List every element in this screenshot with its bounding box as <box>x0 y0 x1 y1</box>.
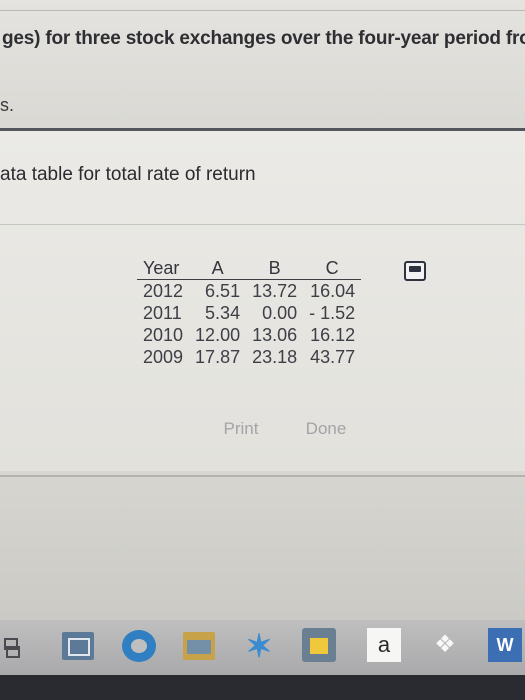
cell-a: 17.87 <box>195 347 241 367</box>
cell-c: 16.04 <box>310 281 356 301</box>
cell-year: 2012 <box>143 281 184 301</box>
question-text: ges) for three stock exchanges over the … <box>2 28 525 49</box>
cell-a: 6.51 <box>205 281 241 301</box>
screen: ges) for three stock exchanges over the … <box>0 0 525 700</box>
return-rate-table: Year A B C 2012 6.51 13.72 16.04 2011 5.… <box>137 257 362 368</box>
cell-year: 2010 <box>143 325 184 345</box>
cell-a: 5.34 <box>205 303 241 323</box>
table-row: 2009 17.87 23.18 43.77 <box>137 346 361 368</box>
task-view-icon[interactable] <box>0 632 32 660</box>
header-b: B <box>246 257 304 280</box>
divider <box>0 10 525 11</box>
page-background <box>0 477 525 620</box>
table-header-row: Year A B C <box>137 257 362 280</box>
cell-c: 16.12 <box>310 325 356 345</box>
table-row: 2012 6.51 13.72 16.04 <box>137 280 361 303</box>
cell-b: 0.00 <box>262 303 298 323</box>
cell-c: 43.77 <box>310 347 356 367</box>
cell-year: 2011 <box>143 303 182 323</box>
table-row: 2010 12.00 13.06 16.12 <box>137 324 361 346</box>
copy-table-icon[interactable] <box>404 261 426 281</box>
print-button[interactable]: Print <box>213 413 269 443</box>
dialog-divider <box>0 224 525 225</box>
word-icon[interactable]: W <box>488 628 522 662</box>
cell-b: 23.18 <box>252 347 298 367</box>
amazon-icon[interactable]: a <box>367 628 401 662</box>
cell-a: 12.00 <box>195 325 241 345</box>
dialog-title: ata table for total rate of return <box>0 164 256 185</box>
done-button[interactable]: Done <box>293 413 359 443</box>
s-app-icon[interactable]: ✶ <box>245 628 273 664</box>
header-year: Year <box>137 257 190 280</box>
mail-icon[interactable] <box>62 632 94 660</box>
question-fragment: s. <box>0 95 15 115</box>
taskbar: ✶ a ❖ W <box>0 620 525 675</box>
table-row: 2011 5.34 0.00 - 1.52 <box>137 302 361 324</box>
cell-b: 13.06 <box>252 325 298 345</box>
screen-bezel <box>0 675 525 700</box>
header-c: C <box>303 257 362 280</box>
header-a: A <box>189 257 247 280</box>
file-explorer-icon[interactable] <box>183 632 215 660</box>
data-table-dialog: ata table for total rate of return Year … <box>0 131 525 471</box>
cell-year: 2009 <box>143 347 184 367</box>
cell-c: - 1.52 <box>309 303 356 323</box>
dropbox-icon[interactable]: ❖ <box>430 630 460 660</box>
question-area: ges) for three stock exchanges over the … <box>0 0 525 135</box>
store-icon[interactable] <box>302 628 336 662</box>
edge-icon[interactable] <box>122 630 156 662</box>
cell-b: 13.72 <box>252 281 298 301</box>
